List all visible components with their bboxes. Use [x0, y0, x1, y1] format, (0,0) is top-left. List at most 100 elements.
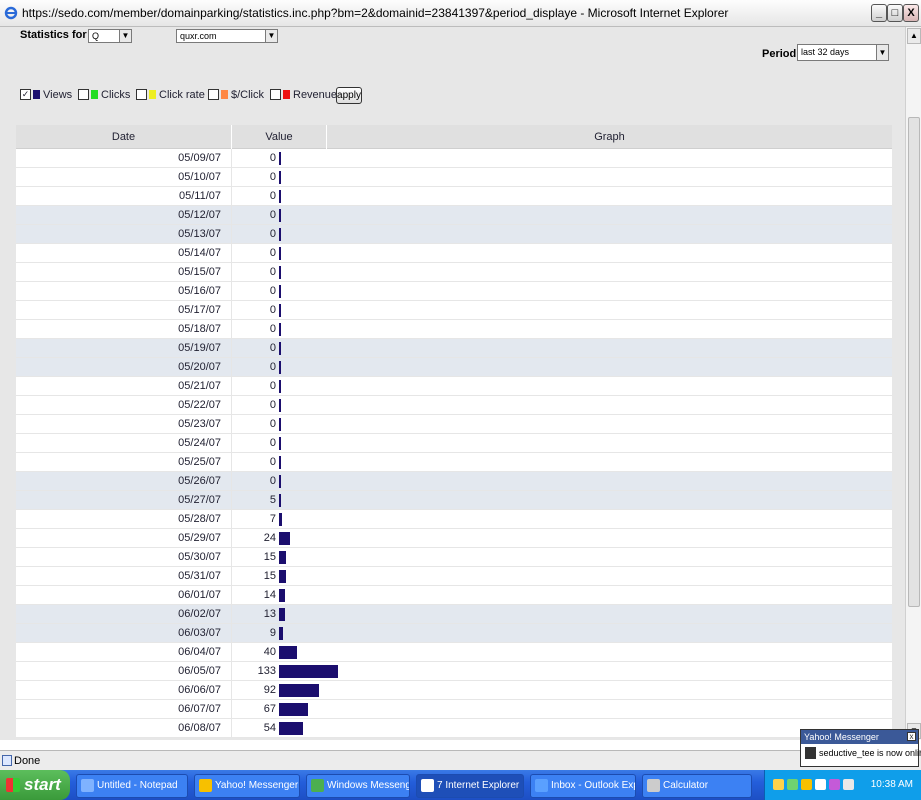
date-cell: 06/07/07 [16, 700, 232, 719]
date-cell: 05/22/07 [16, 396, 232, 415]
date-cell: 06/05/07 [16, 662, 232, 681]
value-cell: 0 [269, 266, 276, 278]
table-row: 05/31/07 15 [16, 567, 892, 586]
graph-bar [279, 342, 281, 355]
date-cell: 05/13/07 [16, 225, 232, 244]
taskbar-task[interactable]: Windows Messenger [306, 774, 410, 798]
value-cell: 0 [269, 437, 276, 449]
tray-volume-icon[interactable] [815, 779, 826, 790]
table-row: 05/12/07 0 [16, 206, 892, 225]
graph-bar [279, 190, 281, 203]
legend-checkbox[interactable] [136, 89, 147, 100]
scroll-up-icon[interactable]: ▲ [907, 28, 921, 44]
task-label: Calculator [663, 780, 709, 791]
legend-swatch [221, 90, 228, 99]
table-row: 05/29/07 24 [16, 529, 892, 548]
graph-bar [279, 627, 283, 640]
legend-checkbox[interactable]: ✓ [20, 89, 31, 100]
maximize-button[interactable]: □ [887, 4, 903, 22]
taskbar-task[interactable]: Untitled - Notepad [76, 774, 188, 798]
table-row: 05/30/07 15 [16, 548, 892, 567]
value-cell: 0 [269, 209, 276, 221]
graph-bar [279, 266, 281, 279]
tray-messenger-icon[interactable] [801, 779, 812, 790]
window-titlebar: https://sedo.com/member/domainparking/st… [0, 0, 921, 27]
table-row: 05/20/07 0 [16, 358, 892, 377]
legend-swatch [33, 90, 40, 99]
graph-bar [279, 551, 286, 564]
taskbar-task[interactable]: Calculator [642, 774, 752, 798]
legend-checkbox[interactable] [270, 89, 281, 100]
graph-bar [279, 285, 281, 298]
tray-network-icon[interactable] [787, 779, 798, 790]
date-column-header: Date [16, 125, 232, 149]
period-value: last 32 days [801, 47, 850, 57]
vertical-scrollbar[interactable]: ▲ ▼ [905, 27, 921, 740]
domain-select[interactable]: quxr.com ▼ [176, 29, 278, 43]
statistic-type-select[interactable]: Q ▼ [88, 29, 132, 43]
legend-swatch [149, 90, 156, 99]
value-cell: 5 [269, 494, 276, 506]
table-row: 05/14/07 0 [16, 244, 892, 263]
taskbar: start Untitled - Notepad Yahoo! Messenger… [0, 770, 921, 800]
period-label: Period [762, 48, 797, 60]
date-cell: 05/28/07 [16, 510, 232, 529]
value-cell: 67 [263, 703, 276, 715]
buddy-icon [805, 747, 816, 759]
tray-app-icon[interactable] [773, 779, 784, 790]
start-button[interactable]: start [0, 770, 70, 800]
task-app-icon [311, 779, 324, 792]
table-row: 06/05/07 133 [16, 662, 892, 681]
date-cell: 05/16/07 [16, 282, 232, 301]
value-cell: 0 [269, 304, 276, 316]
legend-checkbox[interactable] [78, 89, 89, 100]
legend-label: Click rate [159, 89, 205, 101]
table-row: 05/22/07 0 [16, 396, 892, 415]
legend-checkbox[interactable] [208, 89, 219, 100]
messenger-notification[interactable]: Yahoo! Messenger x seductive_tee is now … [800, 729, 921, 767]
value-cell: 13 [263, 608, 276, 620]
value-cell: 14 [263, 589, 276, 601]
close-icon[interactable]: x [907, 732, 916, 741]
date-cell: 06/03/07 [16, 624, 232, 643]
taskbar-task[interactable]: Yahoo! Messenger [194, 774, 300, 798]
value-cell: 0 [269, 228, 276, 240]
table-row: 05/18/07 0 [16, 320, 892, 339]
value-cell: 15 [263, 570, 276, 582]
page-content: Statistics for Q ▼ quxr.com ▼ Period las… [0, 27, 905, 740]
date-cell: 05/15/07 [16, 263, 232, 282]
date-cell: 05/31/07 [16, 567, 232, 586]
table-row: 05/27/07 5 [16, 491, 892, 510]
tray-security-icon[interactable] [829, 779, 840, 790]
apply-button[interactable]: apply [336, 87, 362, 104]
statistic-type-value: Q [92, 31, 100, 41]
table-row: 05/16/07 0 [16, 282, 892, 301]
legend-label: Views [43, 89, 73, 101]
task-app-icon [199, 779, 212, 792]
value-cell: 0 [269, 475, 276, 487]
date-cell: 05/20/07 [16, 358, 232, 377]
minimize-button[interactable]: _ [871, 4, 887, 22]
date-cell: 05/17/07 [16, 301, 232, 320]
status-bar: Done [0, 750, 921, 770]
date-cell: 05/24/07 [16, 434, 232, 453]
taskbar-task[interactable]: Inbox - Outlook Expr... [530, 774, 636, 798]
graph-bar [279, 304, 281, 317]
close-button[interactable]: X [903, 4, 919, 22]
domain-value: quxr.com [180, 31, 217, 41]
chevron-down-icon: ▼ [119, 30, 131, 42]
graph-bar [279, 323, 281, 336]
table-row: 05/11/07 0 [16, 187, 892, 206]
graph-bar [279, 665, 338, 678]
graph-column-header: Graph [594, 131, 625, 143]
graph-bar [279, 209, 281, 222]
task-app-icon [421, 779, 434, 792]
legend-label: $/Click [231, 89, 265, 101]
taskbar-task[interactable]: 7 Internet Explorer [416, 774, 524, 798]
period-select[interactable]: last 32 days ▼ [797, 44, 889, 61]
date-cell: 06/04/07 [16, 643, 232, 662]
scroll-thumb[interactable] [908, 117, 920, 607]
legend-label: Clicks [101, 89, 131, 101]
window-title: https://sedo.com/member/domainparking/st… [22, 6, 729, 20]
tray-display-icon[interactable] [843, 779, 854, 790]
